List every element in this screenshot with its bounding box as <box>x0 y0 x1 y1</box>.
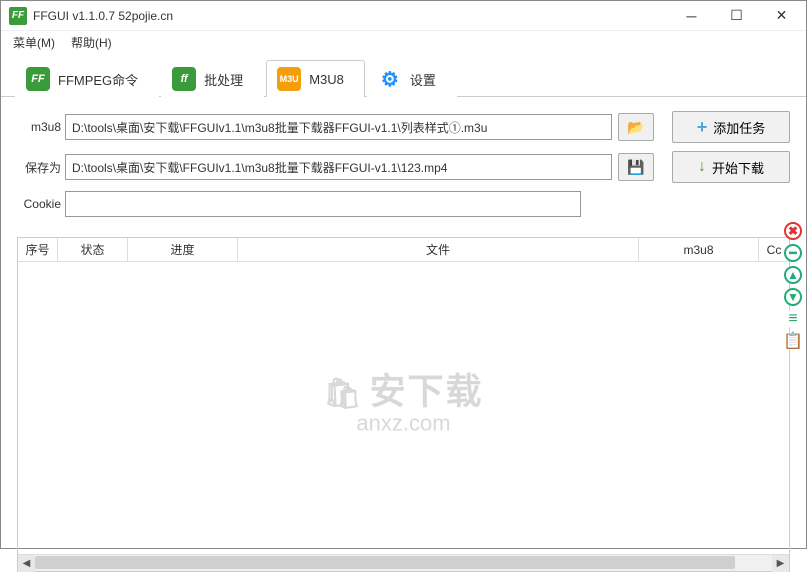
table-body[interactable]: 🛍安下载 anxz.com <box>18 262 789 552</box>
maximize-button[interactable]: ☐ <box>714 1 759 31</box>
col-file[interactable]: 文件 <box>238 238 639 261</box>
scroll-left-button[interactable]: ◀ <box>18 555 35 572</box>
save-label: 保存为 <box>17 159 65 176</box>
move-up-button[interactable]: ▲ <box>784 266 802 284</box>
watermark: 🛍安下载 anxz.com <box>323 363 483 437</box>
add-task-button[interactable]: + 添加任务 <box>672 111 790 143</box>
m3u8-label: m3u8 <box>17 120 65 134</box>
tab-batch[interactable]: ff 批处理 <box>161 60 264 97</box>
menu-main[interactable]: 菜单(M) <box>5 32 63 53</box>
add-task-label: 添加任务 <box>713 118 765 137</box>
table-header: 序号 状态 进度 文件 m3u8 Cc <box>18 238 789 262</box>
app-icon: FF <box>9 7 27 25</box>
titlebar: FF FFGUI v1.1.0.7 52pojie.cn ─ ☐ ✕ <box>1 1 806 31</box>
scroll-track[interactable] <box>35 555 772 571</box>
document-button[interactable]: 📋 <box>784 332 802 350</box>
watermark-icon: 🛍 <box>323 377 363 412</box>
col-m3u8[interactable]: m3u8 <box>639 238 759 261</box>
save-icon: 💾 <box>627 159 644 176</box>
scroll-thumb[interactable] <box>35 556 735 569</box>
plus-icon: + <box>697 117 708 138</box>
col-status[interactable]: 状态 <box>58 238 128 261</box>
m3u8-input[interactable] <box>65 114 612 140</box>
tab-m3u8[interactable]: M3U M3U8 <box>266 60 365 97</box>
tab-bar: FF FFMPEG命令 ff 批处理 M3U M3U8 ⚙ 设置 <box>1 53 806 97</box>
watermark-subtitle: anxz.com <box>323 411 483 437</box>
cookie-input[interactable] <box>65 191 581 217</box>
content-panel: m3u8 📂 + 添加任务 保存为 💾 ↓ 开始下载 Cookie <box>1 97 806 233</box>
tab-ffmpeg[interactable]: FF FFMPEG命令 <box>15 60 159 97</box>
start-download-label: 开始下载 <box>712 158 764 177</box>
col-index[interactable]: 序号 <box>18 238 58 261</box>
open-file-button[interactable]: 📂 <box>618 113 654 141</box>
cookie-label: Cookie <box>17 197 65 211</box>
minimize-button[interactable]: ─ <box>669 1 714 31</box>
ffmpeg-icon: FF <box>26 67 50 91</box>
save-file-button[interactable]: 💾 <box>618 153 654 181</box>
move-down-button[interactable]: ▼ <box>784 288 802 306</box>
list-button[interactable]: ≡ <box>784 310 802 328</box>
tab-m3u8-label: M3U8 <box>309 72 344 87</box>
save-input[interactable] <box>65 154 612 180</box>
m3u8-icon: M3U <box>277 67 301 91</box>
clear-button[interactable]: ━ <box>784 244 802 262</box>
delete-button[interactable]: ✖ <box>784 222 802 240</box>
tab-settings-label: 设置 <box>410 70 436 89</box>
scroll-right-button[interactable]: ▶ <box>772 555 789 572</box>
menubar: 菜单(M) 帮助(H) <box>1 31 806 53</box>
window-title: FFGUI v1.1.0.7 52pojie.cn <box>33 9 173 23</box>
horizontal-scrollbar[interactable]: ◀ ▶ <box>18 554 789 571</box>
watermark-title: 安下载 <box>370 371 484 412</box>
col-progress[interactable]: 进度 <box>128 238 238 261</box>
tab-batch-label: 批处理 <box>204 70 243 89</box>
task-table: 序号 状态 进度 文件 m3u8 Cc 🛍安下载 anxz.com ◀ ▶ <box>17 237 790 572</box>
folder-icon: 📂 <box>627 119 644 136</box>
tab-ffmpeg-label: FFMPEG命令 <box>58 70 138 89</box>
side-toolbar: ✖ ━ ▲ ▼ ≡ 📋 <box>784 222 804 354</box>
start-download-button[interactable]: ↓ 开始下载 <box>672 151 790 183</box>
tab-settings[interactable]: ⚙ 设置 <box>367 60 457 97</box>
download-arrow-icon: ↓ <box>698 158 706 176</box>
gear-icon: ⚙ <box>378 67 402 91</box>
batch-icon: ff <box>172 67 196 91</box>
close-button[interactable]: ✕ <box>759 1 804 31</box>
menu-help[interactable]: 帮助(H) <box>63 32 120 53</box>
